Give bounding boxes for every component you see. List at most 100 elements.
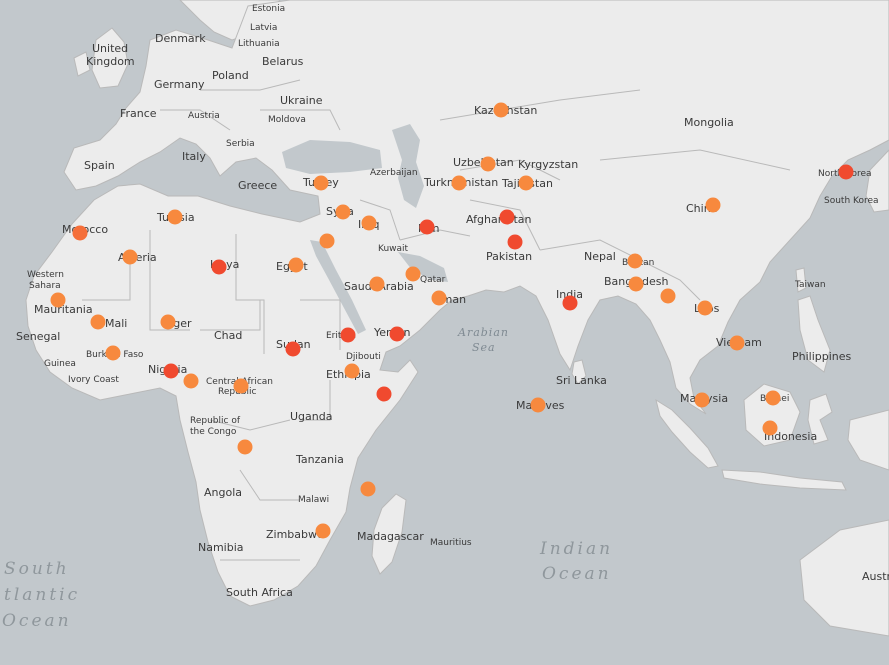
map-marker-niger[interactable] (160, 314, 176, 330)
map-marker-central-african-republic[interactable] (233, 378, 249, 394)
country-label: Angola (204, 486, 242, 499)
country-label: Madagascar (357, 530, 424, 543)
map-marker-oman[interactable] (431, 290, 447, 306)
ocean-label-atlantic: tlantic (4, 585, 80, 605)
country-label: Moldova (268, 115, 306, 125)
country-label: Malawi (298, 495, 329, 505)
map-marker-lebanon[interactable] (319, 233, 335, 249)
ocean-label-south: South (4, 559, 70, 579)
map-marker-malaysia[interactable] (694, 392, 710, 408)
country-label: Uganda (290, 410, 332, 423)
country-label: Denmark (155, 32, 206, 45)
country-label: Kyrgyzstan (518, 158, 578, 171)
map-marker-turkey[interactable] (313, 175, 329, 191)
map-marker-mali[interactable] (90, 314, 106, 330)
country-label: Sahara (29, 281, 61, 291)
map-marker-algeria[interactable] (122, 249, 138, 265)
country-label: Serbia (226, 139, 255, 149)
map-marker-vietnam[interactable] (729, 335, 745, 351)
map-marker-iraq[interactable] (361, 215, 377, 231)
map-marker-libya[interactable] (211, 259, 227, 275)
map-marker-ethiopia[interactable] (344, 363, 360, 379)
country-label: Mongolia (684, 116, 734, 129)
country-label: South Africa (226, 586, 293, 599)
map-marker-egypt[interactable] (288, 257, 304, 273)
country-label: Poland (212, 69, 249, 82)
country-label: Chad (214, 329, 242, 342)
map-marker-indonesia[interactable] (762, 420, 778, 436)
map-marker-pakistan[interactable] (507, 234, 523, 250)
country-label: Western (27, 270, 64, 280)
map-marker-china[interactable] (705, 197, 721, 213)
country-label: Greece (238, 179, 277, 192)
map-marker-turkmenistan[interactable] (451, 175, 467, 191)
country-label: Ivory Coast (68, 375, 119, 385)
country-label: Austria (188, 111, 220, 121)
country-label: the Congo (190, 427, 237, 437)
sea-label-arabian: Arabian (457, 326, 509, 339)
country-label: Nepal (584, 250, 616, 263)
world-map[interactable]: South tlantic Ocean Indian Ocean Arabian… (0, 0, 889, 665)
country-label: Zimbabwe (266, 528, 324, 541)
country-label: Djibouti (346, 352, 381, 362)
country-label: Italy (182, 150, 206, 163)
map-marker-maldives[interactable] (530, 397, 546, 413)
map-marker-tunisia[interactable] (167, 209, 183, 225)
ocean-label-atlantic-ocean: Ocean (2, 611, 72, 631)
country-label: Afghanistan (466, 213, 532, 226)
map-marker-zimbabwe[interactable] (315, 523, 331, 539)
country-label: Taiwan (794, 280, 826, 290)
map-marker-syria[interactable] (335, 204, 351, 220)
map-marker-democratic-republic-of-the-congo[interactable] (237, 439, 253, 455)
country-label: Mali (105, 317, 127, 330)
map-marker-somalia[interactable] (376, 386, 392, 402)
map-marker-laos[interactable] (697, 300, 713, 316)
country-label: Tanzania (295, 453, 344, 466)
country-label: Philippines (792, 350, 852, 363)
map-marker-afghanistan[interactable] (499, 209, 515, 225)
country-label: Austr (862, 570, 889, 583)
country-label: Spain (84, 159, 115, 172)
map-marker-india[interactable] (562, 295, 578, 311)
country-label: United (92, 42, 128, 55)
country-label: Qatar (420, 275, 446, 285)
country-label: Latvia (250, 23, 277, 33)
map-marker-iran[interactable] (419, 219, 435, 235)
map-marker-bangladesh[interactable] (628, 276, 644, 292)
country-label: Guinea (44, 359, 76, 369)
ocean-label-indian: Indian (539, 539, 613, 559)
country-label: Pakistan (486, 250, 532, 263)
country-label: South Korea (824, 196, 879, 206)
ocean-label-indian-ocean: Ocean (542, 564, 612, 584)
map-marker-tajikistan[interactable] (518, 175, 534, 191)
country-label: Kingdom (86, 55, 135, 68)
map-marker-morocco[interactable] (72, 225, 88, 241)
map-marker-yemen[interactable] (389, 326, 405, 342)
country-label: Kuwait (378, 244, 409, 254)
map-marker-saudi-arabia[interactable] (369, 276, 385, 292)
map-marker-bhutan[interactable] (627, 253, 643, 269)
country-label: Germany (154, 78, 205, 91)
country-label: Mauritius (430, 538, 472, 548)
map-marker-uzbekistan[interactable] (480, 156, 496, 172)
country-label: Ukraine (280, 94, 323, 107)
country-label: Belarus (262, 55, 304, 68)
map-marker-bahrain[interactable] (405, 266, 421, 282)
map-marker-north-korea[interactable] (838, 164, 854, 180)
map-marker-brunei[interactable] (765, 390, 781, 406)
country-label: Republic of (190, 416, 241, 426)
country-label: Lithuania (238, 39, 280, 49)
map-marker-eritrea[interactable] (340, 327, 356, 343)
map-marker-western-sahara[interactable] (50, 292, 66, 308)
map-marker-kazakhstan[interactable] (493, 102, 509, 118)
map-marker-burkina-faso[interactable] (105, 345, 121, 361)
country-label: France (120, 107, 157, 120)
map-marker-myanmar[interactable] (660, 288, 676, 304)
country-label: Azerbaijan (370, 168, 418, 178)
map-marker-mozambique[interactable] (360, 481, 376, 497)
country-label: Estonia (252, 4, 285, 14)
map-marker-nigeria[interactable] (163, 363, 179, 379)
map-marker-cameroon[interactable] (183, 373, 199, 389)
sea-label-arabian-sea: Sea (472, 341, 496, 354)
map-marker-sudan[interactable] (285, 341, 301, 357)
